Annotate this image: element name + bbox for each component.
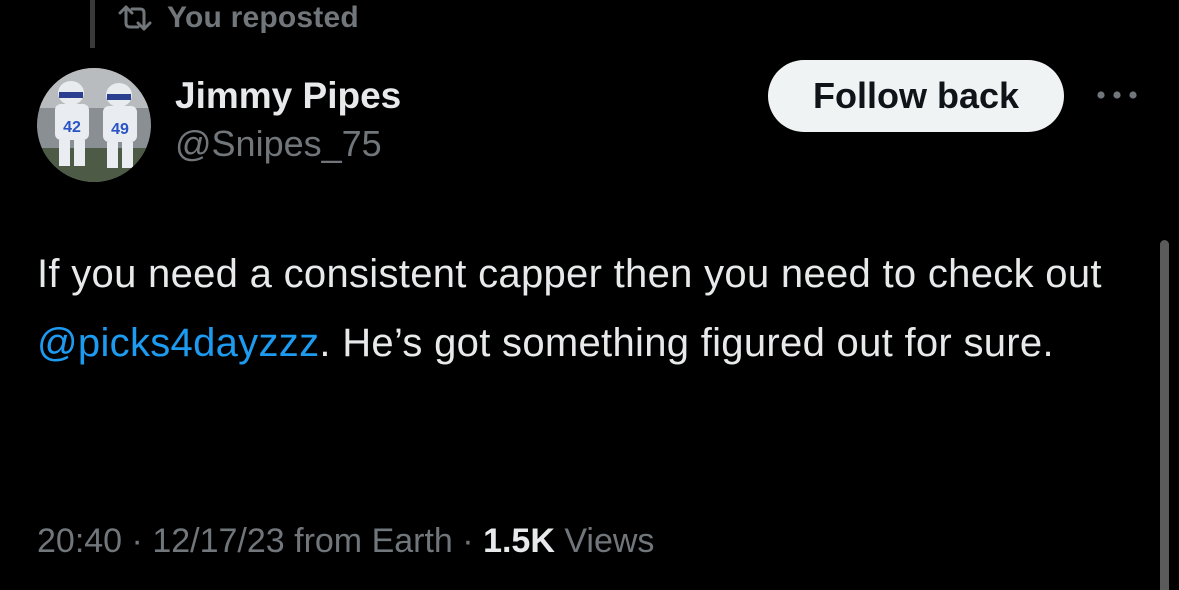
thread-line [90, 0, 95, 48]
tweet-text-before: If you need a consistent capper then you… [37, 252, 1102, 296]
scrollbar[interactable] [1160, 240, 1169, 590]
more-dots-icon [1095, 87, 1139, 105]
avatar[interactable]: 42 49 [37, 68, 151, 182]
tweet-date[interactable]: 12/17/23 [152, 522, 284, 561]
repost-icon [117, 5, 153, 31]
mention-link[interactable]: @picks4dayzzz [37, 321, 319, 365]
tweet-text-after: . He’s got something figured out for sur… [319, 321, 1054, 365]
follow-back-button[interactable]: Follow back [768, 60, 1064, 132]
meta-separator: · [452, 522, 484, 560]
author-handle[interactable]: @Snipes_75 [175, 123, 382, 165]
svg-text:42: 42 [63, 119, 81, 136]
more-options-button[interactable] [1090, 80, 1144, 112]
tweet-time[interactable]: 20:40 [37, 522, 122, 561]
repost-indicator: You reposted [117, 0, 359, 36]
author-name[interactable]: Jimmy Pipes [175, 75, 401, 117]
svg-text:49: 49 [111, 121, 129, 138]
tweet-meta: 20:40 · 12/17/23 from Earth · 1.5K Views [37, 522, 654, 561]
views-label[interactable]: Views [555, 522, 654, 561]
tweet-source: from Earth [284, 522, 453, 560]
repost-label: You reposted [167, 1, 359, 34]
tweet-text: If you need a consistent capper then you… [37, 240, 1127, 378]
views-count[interactable]: 1.5K [483, 522, 555, 561]
meta-separator: · [122, 522, 153, 560]
